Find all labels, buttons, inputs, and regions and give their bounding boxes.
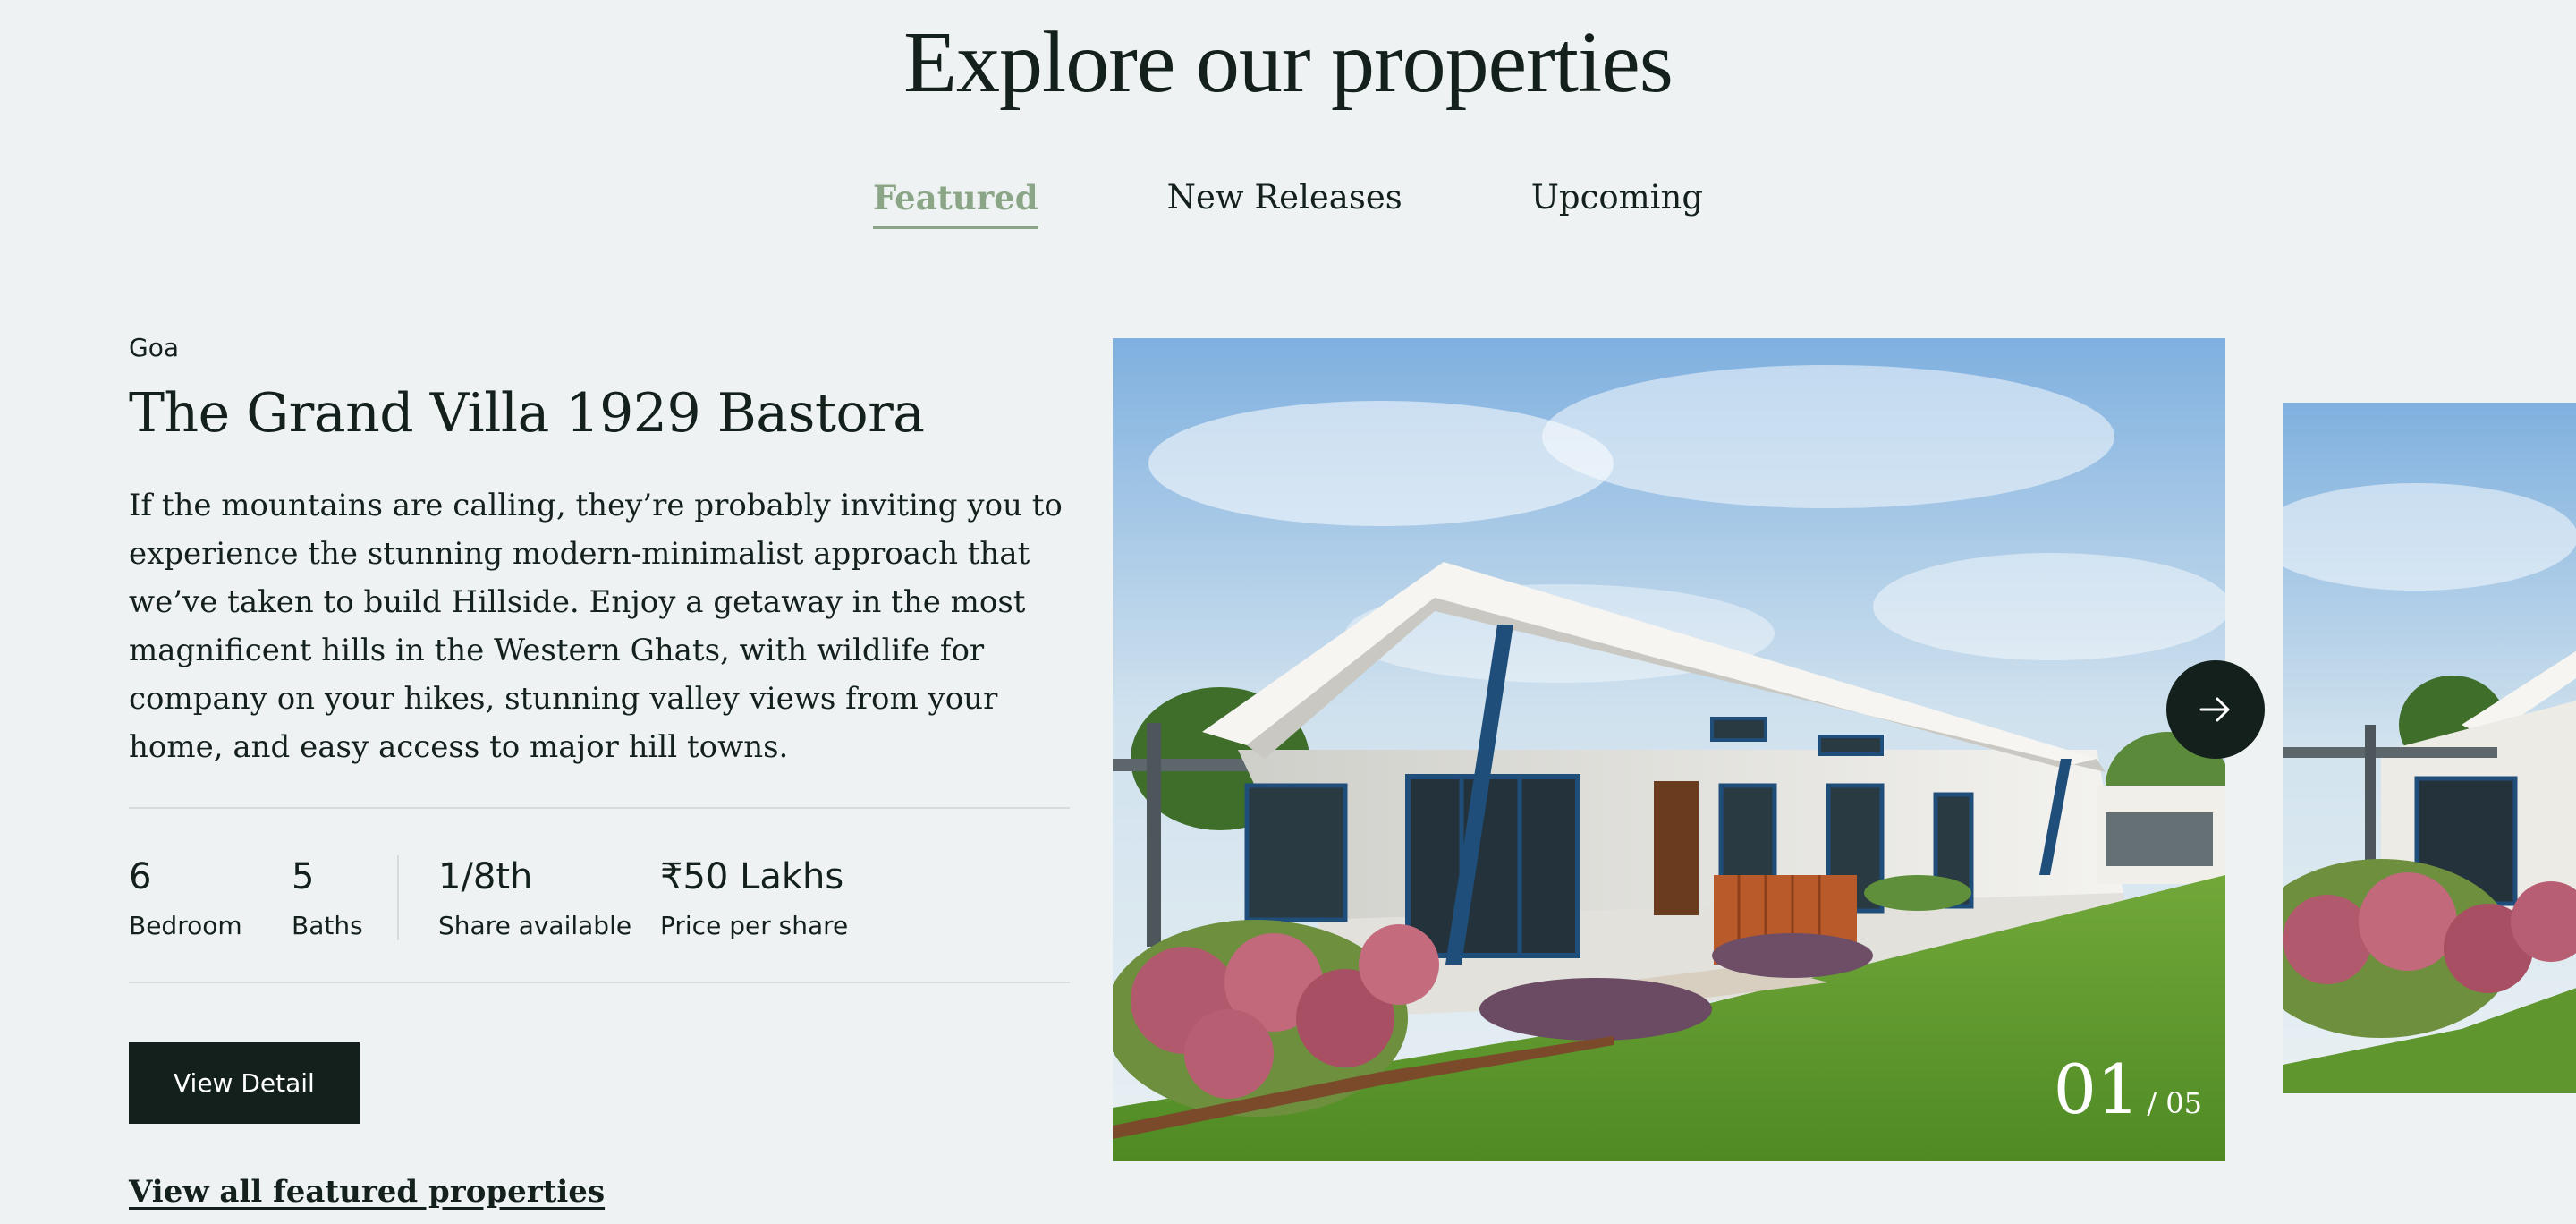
stat-price-label: Price per share xyxy=(660,910,849,940)
stat-price: ₹50 Lakhs Price per share xyxy=(660,855,875,940)
property-stats: 6 Bedroom 5 Baths 1/8th Share available … xyxy=(129,809,1070,982)
villa-photo xyxy=(1113,338,2225,1161)
stat-share: 1/8th Share available xyxy=(438,855,660,940)
stat-share-value: 1/8th xyxy=(438,855,533,897)
property-description: If the mountains are calling, they’re pr… xyxy=(129,487,1063,765)
stat-baths: 5 Baths xyxy=(292,855,397,940)
property-location: Goa xyxy=(129,333,179,362)
stat-baths-value: 5 xyxy=(292,855,315,897)
arrow-right-icon xyxy=(2199,697,2230,722)
next-property-image[interactable] xyxy=(2283,403,2576,1093)
stat-bedroom-value: 6 xyxy=(129,855,152,897)
tab-new-releases[interactable]: New Releases xyxy=(1167,178,1402,229)
tab-featured[interactable]: Featured xyxy=(872,179,1038,229)
property-tabs: Featured New Releases Upcoming xyxy=(0,178,2576,229)
tab-upcoming[interactable]: Upcoming xyxy=(1531,178,1703,229)
stat-bedroom-label: Bedroom xyxy=(129,910,242,940)
view-all-featured-link[interactable]: View all featured properties xyxy=(129,1174,1070,1210)
villa-photo-next xyxy=(2283,403,2576,1093)
property-info: Goa The Grand Villa 1929 Bastora If the … xyxy=(129,333,1070,1210)
slide-counter-current: 01 xyxy=(2053,1050,2140,1129)
stat-bedroom: 6 Bedroom xyxy=(129,855,292,940)
section-title: Explore our properties xyxy=(903,14,1674,111)
stat-share-label: Share available xyxy=(438,910,632,940)
slide-counter-total: / 05 xyxy=(2147,1086,2202,1120)
view-detail-button[interactable]: View Detail xyxy=(129,1041,360,1124)
stat-price-value: ₹50 Lakhs xyxy=(660,855,844,897)
property-title: The Grand Villa 1929 Bastora xyxy=(129,381,925,445)
stat-baths-label: Baths xyxy=(292,910,363,940)
divider xyxy=(129,981,1070,983)
slide-counter: 01 / 05 xyxy=(2054,1056,2202,1124)
stat-separator xyxy=(397,854,399,940)
property-image: 01 / 05 xyxy=(1113,338,2225,1161)
carousel-next-button[interactable] xyxy=(2166,660,2265,759)
